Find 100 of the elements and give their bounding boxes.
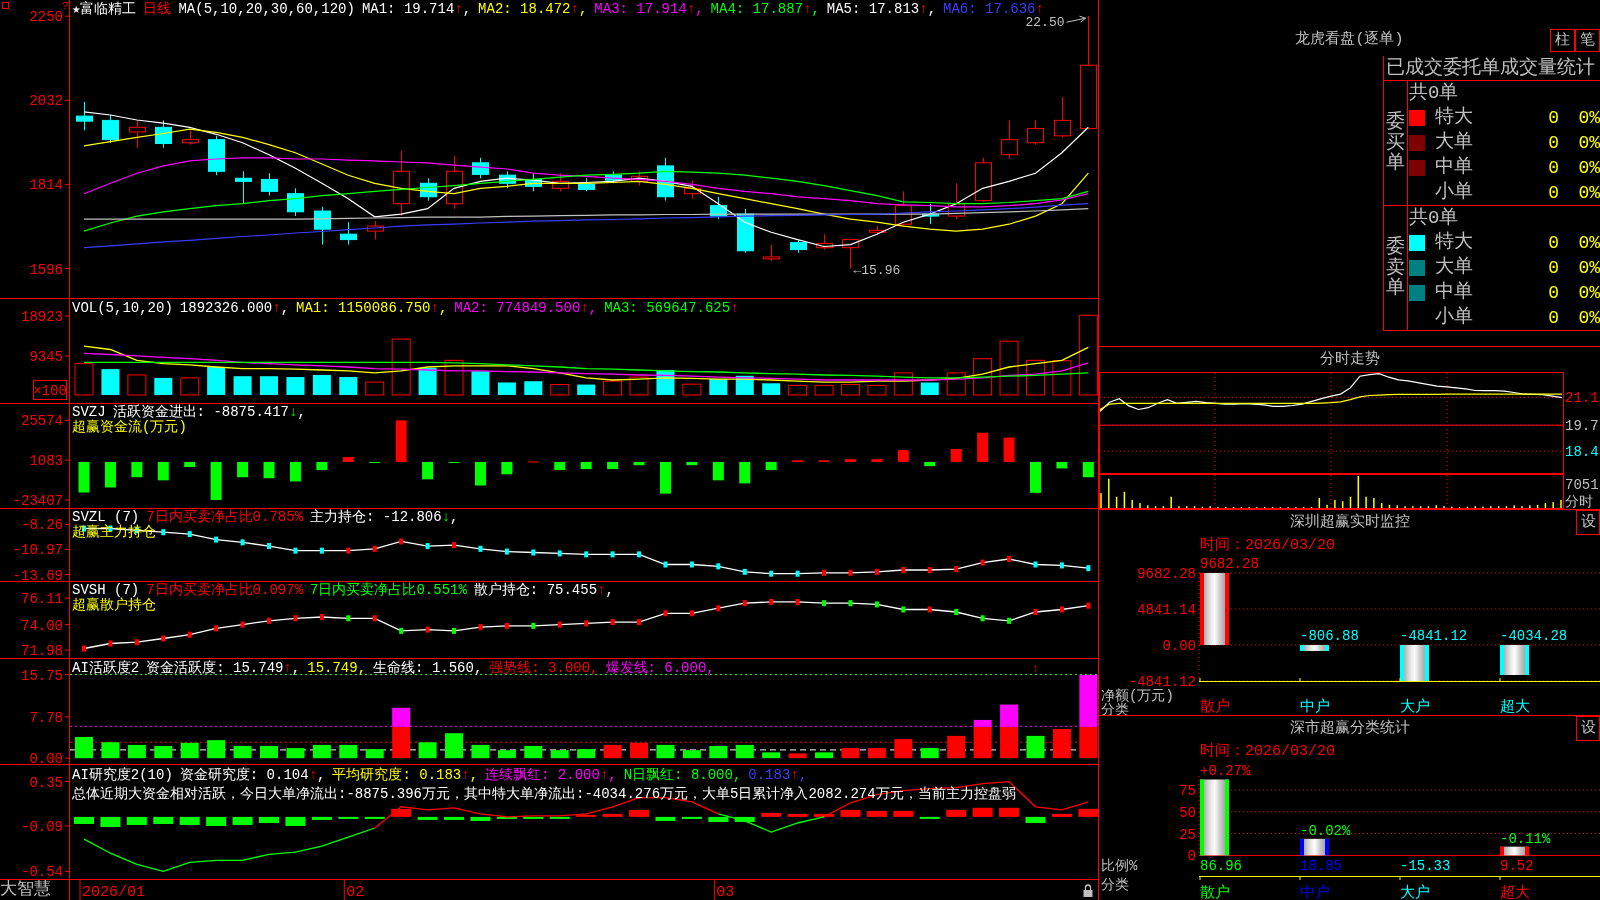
indicator-label: 生命线: 1.560, bbox=[373, 660, 483, 677]
indicator-label: VOL(5,10,20) bbox=[72, 300, 173, 317]
axis-title: 比例% bbox=[1101, 858, 1138, 874]
indicator-label: SVZJ bbox=[72, 405, 106, 420]
value-label: -4034.28 bbox=[1500, 628, 1568, 644]
order-type: 小单 bbox=[1435, 180, 1473, 203]
order-type: 大单 bbox=[1435, 131, 1473, 153]
category-label: 超大 bbox=[1500, 699, 1530, 715]
axis-label: 71.98 bbox=[21, 643, 63, 659]
order-total: 共0单 bbox=[1409, 207, 1459, 230]
axis-label: -8.26 bbox=[21, 517, 63, 534]
value-label: -806.88 bbox=[1300, 628, 1359, 644]
order-type: 小单 bbox=[1435, 305, 1473, 328]
axis-label: 21.1 bbox=[1565, 390, 1599, 407]
axis-label: 0.35 bbox=[29, 774, 63, 791]
indicator-label: MA5: 17.813↑, bbox=[826, 1, 937, 18]
axis-label: -13.69 bbox=[12, 567, 63, 582]
axis-label: 1596 bbox=[29, 261, 63, 278]
indicator-label: MA1: 19.714↑, bbox=[361, 1, 472, 18]
axis-label: 0 bbox=[1187, 848, 1196, 865]
indicator-label: 主力持仓: -12.806↓, bbox=[310, 510, 459, 525]
settings-button[interactable]: 设 bbox=[1576, 510, 1600, 535]
axis-label: 9345 bbox=[29, 349, 63, 365]
axis-label: 19.7 bbox=[1565, 418, 1599, 435]
indicator-label: MA1: 1150086.750↑, bbox=[296, 300, 448, 317]
category-label: 散户 bbox=[1200, 699, 1230, 715]
indicator-label: MA3: 17.914↑, bbox=[594, 1, 704, 18]
indicator-label: 日线 bbox=[143, 1, 172, 18]
indicator-label: MA4: 17.887↑, bbox=[710, 1, 820, 18]
order-percent: 0% bbox=[1578, 306, 1600, 329]
axis-label: 25574 bbox=[21, 413, 63, 430]
indicator-label: N日飘红: 8.000, bbox=[623, 766, 742, 785]
group-label: 委卖单 bbox=[1386, 236, 1405, 300]
indicator-label: ★富临精工 bbox=[72, 1, 137, 18]
axis-label: -0.09 bbox=[21, 819, 63, 835]
indicator-label: 超赢散户持仓 bbox=[72, 598, 156, 613]
order-percent: 0% bbox=[1578, 281, 1600, 304]
indicator-label: 强势线: 3.000, bbox=[489, 660, 599, 677]
order-count: 0 bbox=[1548, 232, 1559, 255]
order-count: 0 bbox=[1548, 156, 1559, 179]
settings-button[interactable]: 设 bbox=[1576, 716, 1600, 741]
order-count: 0 bbox=[1548, 281, 1559, 304]
axis-title: 净额(万元) bbox=[1101, 688, 1174, 704]
order-type: 特大 bbox=[1435, 231, 1473, 254]
indicator-label: MA3: 569647.625↑ bbox=[604, 300, 739, 317]
indicator-label: 15.749, bbox=[307, 660, 367, 677]
indicator-label: 散户持仓: 75.455↑, bbox=[473, 583, 614, 598]
order-count: 0 bbox=[1548, 181, 1559, 204]
indicator-label: 平均研究度: 0.183↑, bbox=[332, 766, 479, 785]
ratio-value: 18.85 bbox=[1300, 858, 1342, 874]
panel-title: 深圳超赢实时监控 bbox=[1289, 512, 1410, 533]
axis-label: 74.00 bbox=[21, 617, 63, 634]
lock-icon bbox=[1083, 884, 1093, 897]
indicator-label: 7日内买卖净占比0.785% bbox=[146, 510, 304, 525]
volume-scale-label: 7051 bbox=[1565, 477, 1599, 493]
axis-label: 75 bbox=[1179, 782, 1196, 799]
panel-title: 龙虎看盘(逐单) bbox=[1295, 31, 1404, 50]
panel-title: 分时走势 bbox=[1319, 350, 1380, 369]
chart-subtitle: 时间：2026/03/20 bbox=[1200, 537, 1335, 554]
indicator-label: 7日内买卖净占比0.097% bbox=[146, 583, 304, 598]
order-percent: 0% bbox=[1578, 107, 1600, 130]
category-label: 超大 bbox=[1500, 885, 1530, 900]
order-percent: 0% bbox=[1578, 156, 1600, 179]
order-count: 0 bbox=[1548, 257, 1559, 279]
ratio-value: 86.96 bbox=[1200, 858, 1242, 874]
indicator-label: 连续飘红: 2.000↑, bbox=[485, 766, 617, 785]
brand-label: 大智慧 bbox=[0, 880, 52, 900]
order-total: 共0单 bbox=[1409, 82, 1459, 105]
date-label: 03 bbox=[716, 884, 735, 900]
order-percent: 0% bbox=[1578, 181, 1600, 204]
order-count: 0 bbox=[1548, 107, 1559, 130]
axis-label: 9682.28 bbox=[1137, 566, 1196, 582]
chart-subtitle: 时间：2026/03/20 bbox=[1200, 743, 1335, 760]
axis-label: 1083 bbox=[29, 453, 63, 470]
indicator-label: MA2: 774849.500↑, bbox=[454, 300, 598, 317]
view-toggle-button[interactable]: 笔 bbox=[1575, 29, 1600, 52]
indicator-label: SVZL (7) bbox=[72, 510, 140, 525]
indicator-label: AI研究度2(10) bbox=[72, 766, 173, 785]
order-count: 0 bbox=[1548, 132, 1559, 154]
category-label: 大户 bbox=[1400, 699, 1430, 715]
axis-label: 25 bbox=[1179, 826, 1196, 843]
ratio-value: -15.33 bbox=[1400, 858, 1451, 874]
order-percent: 0% bbox=[1578, 132, 1600, 154]
axis-title: 分类 bbox=[1101, 877, 1129, 893]
arrow-icon bbox=[1066, 15, 1086, 23]
category-label: 中户 bbox=[1300, 885, 1330, 900]
axis-label: 4841.14 bbox=[1137, 602, 1196, 618]
axis-label: -0.54 bbox=[21, 864, 63, 880]
indicator-label: MA6: 17.636↑ bbox=[943, 1, 1044, 17]
indicator-label: 0.183↑, bbox=[748, 766, 808, 785]
category-label: 中户 bbox=[1300, 699, 1330, 715]
indicator-label: 资金研究度: 0.104↑, bbox=[179, 766, 326, 785]
signal-arrow: ↑ bbox=[1031, 661, 1040, 676]
view-toggle-button[interactable]: 柱 bbox=[1550, 29, 1575, 52]
axis-label: -10.97 bbox=[12, 542, 63, 559]
square-icon bbox=[2, 2, 9, 9]
date-label: 02 bbox=[346, 884, 365, 900]
axis-title: 分类 bbox=[1101, 702, 1129, 715]
order-percent: 0% bbox=[1578, 257, 1600, 279]
date-label: 2026/01 bbox=[82, 884, 145, 900]
